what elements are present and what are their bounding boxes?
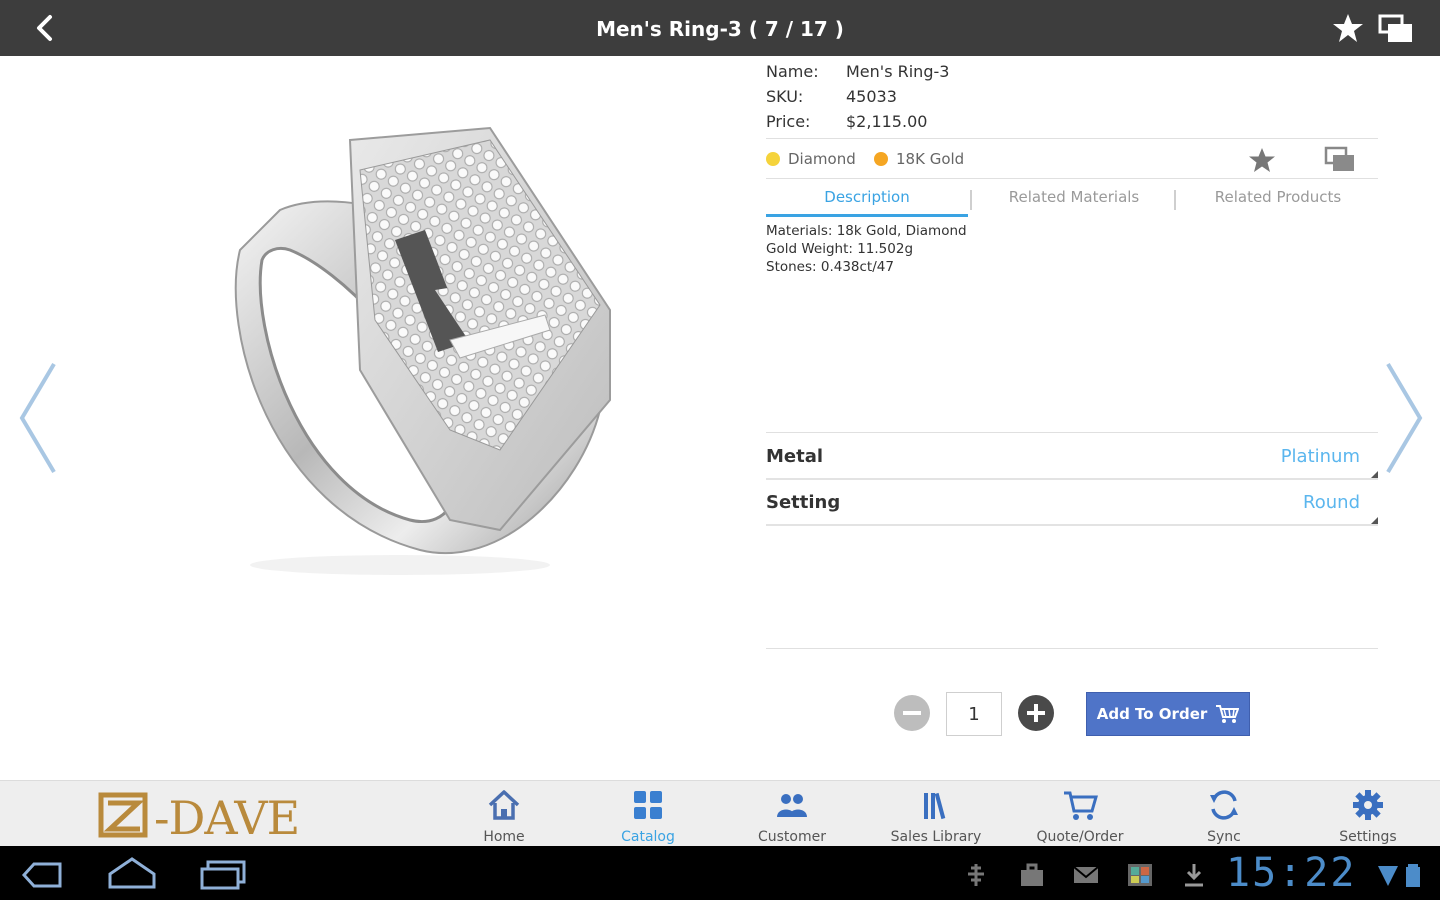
ring-image bbox=[234, 126, 611, 575]
nav-label: Quote/Order bbox=[1036, 829, 1124, 845]
name-label: Name: bbox=[766, 62, 819, 81]
system-back-icon[interactable] bbox=[20, 860, 66, 890]
dropdown-corner-icon bbox=[1371, 471, 1378, 478]
gold-dot-icon bbox=[874, 152, 888, 166]
active-tab-indicator bbox=[766, 214, 968, 217]
add-to-order-label: Add To Order bbox=[1096, 705, 1208, 723]
nav-quote-order[interactable]: Quote/Order bbox=[1020, 785, 1140, 845]
cart-icon bbox=[1216, 705, 1240, 723]
sku-label: SKU: bbox=[766, 87, 804, 106]
nav-customer[interactable]: Customer bbox=[732, 785, 852, 845]
system-recent-apps-icon[interactable] bbox=[198, 860, 248, 890]
dropdown-corner-icon bbox=[1371, 517, 1378, 524]
tab-related-products[interactable]: Related Products bbox=[1178, 188, 1378, 206]
home-icon bbox=[488, 790, 520, 820]
system-home-icon[interactable] bbox=[106, 856, 158, 890]
setting-value[interactable]: Round bbox=[1303, 492, 1360, 513]
bottom-navigation: -DAVE Home Catalog Customer Sales Librar… bbox=[0, 780, 1440, 846]
add-to-order-button[interactable]: Add To Order bbox=[1086, 692, 1250, 736]
nav-home[interactable]: Home bbox=[444, 785, 564, 845]
usb-debug-icon bbox=[968, 864, 984, 886]
name-row: Name: Men's Ring-3 bbox=[766, 62, 1378, 87]
z-logo-icon bbox=[98, 792, 148, 838]
top-bar: Men's Ring-3 ( 7 / 17 ) bbox=[0, 0, 1440, 56]
settings-icon bbox=[1353, 790, 1383, 820]
battery-icon bbox=[1406, 864, 1420, 887]
attribute-diamond: Diamond bbox=[766, 150, 856, 168]
compare-icon[interactable] bbox=[1378, 14, 1414, 44]
divider bbox=[766, 138, 1378, 139]
customer-icon bbox=[777, 794, 807, 817]
favorite-star-icon[interactable] bbox=[1248, 146, 1276, 174]
setting-label: Setting bbox=[766, 492, 841, 513]
star-icon[interactable] bbox=[1332, 12, 1364, 44]
add-to-compare-icon[interactable] bbox=[1324, 146, 1356, 174]
minus-icon bbox=[903, 711, 921, 715]
logo-text: -DAVE bbox=[154, 791, 300, 845]
nav-label: Home bbox=[483, 829, 525, 845]
increase-quantity-button[interactable] bbox=[1018, 695, 1054, 731]
attribute-label: 18K Gold bbox=[896, 150, 965, 168]
system-clock: 15:22 bbox=[1226, 850, 1357, 896]
nav-label: Catalog bbox=[621, 829, 675, 845]
tab-description[interactable]: Description bbox=[766, 188, 968, 206]
briefcase-icon bbox=[1021, 863, 1043, 886]
attribute-label: Diamond bbox=[788, 150, 856, 168]
quantity-input[interactable]: 1 bbox=[946, 692, 1002, 736]
page-title: Men's Ring-3 ( 7 / 17 ) bbox=[596, 17, 844, 41]
library-icon bbox=[924, 792, 946, 820]
price-label: Price: bbox=[766, 112, 811, 131]
nav-catalog[interactable]: Catalog bbox=[588, 785, 708, 845]
attribute-gold: 18K Gold bbox=[874, 150, 964, 168]
email-icon bbox=[1073, 866, 1099, 883]
gallery-icon bbox=[1128, 864, 1152, 886]
tab-separator bbox=[970, 190, 972, 210]
download-icon bbox=[1185, 864, 1203, 887]
catalog-icon bbox=[634, 791, 662, 819]
nav-sales-library[interactable]: Sales Library bbox=[876, 785, 996, 845]
nav-label: Customer bbox=[757, 829, 826, 845]
description-text: Materials: 18k Gold, Diamond Gold Weight… bbox=[766, 222, 967, 276]
metal-option[interactable]: Metal Platinum bbox=[766, 434, 1378, 480]
sku-row: SKU: 45033 bbox=[766, 87, 1378, 112]
price-row: Price: $2,115.00 bbox=[766, 112, 1378, 137]
nav-sync[interactable]: Sync bbox=[1164, 785, 1284, 845]
nav-settings[interactable]: Settings bbox=[1308, 785, 1428, 845]
product-sku: 45033 bbox=[846, 87, 897, 106]
nav-label: Sales Library bbox=[890, 829, 982, 845]
diamond-dot-icon bbox=[766, 152, 780, 166]
tab-separator bbox=[1174, 190, 1176, 210]
decrease-quantity-button[interactable] bbox=[894, 695, 930, 731]
product-name: Men's Ring-3 bbox=[846, 62, 950, 81]
product-info: Name: Men's Ring-3 SKU: 45033 Price: $2,… bbox=[766, 62, 1378, 137]
next-product-arrow-icon[interactable] bbox=[1380, 360, 1428, 476]
cart-icon bbox=[1064, 791, 1098, 820]
divider bbox=[766, 432, 1378, 433]
attribute-row: Diamond 18K Gold bbox=[766, 146, 1378, 174]
previous-product-arrow-icon[interactable] bbox=[14, 360, 62, 476]
setting-option[interactable]: Setting Round bbox=[766, 480, 1378, 526]
materials-line: Materials: 18k Gold, Diamond bbox=[766, 223, 967, 239]
brand-logo: -DAVE bbox=[98, 789, 334, 845]
detail-tabs: Description Related Materials Related Pr… bbox=[766, 182, 1378, 218]
divider bbox=[766, 648, 1378, 649]
product-price: $2,115.00 bbox=[846, 112, 928, 131]
metal-value[interactable]: Platinum bbox=[1281, 446, 1360, 467]
divider bbox=[766, 178, 1378, 179]
tab-related-materials[interactable]: Related Materials bbox=[974, 188, 1174, 206]
nav-label: Settings bbox=[1339, 829, 1397, 845]
metal-label: Metal bbox=[766, 446, 824, 467]
stones-line: Stones: 0.438ct/47 bbox=[766, 259, 894, 275]
nav-label: Sync bbox=[1207, 829, 1241, 845]
wifi-signal-icon bbox=[1378, 866, 1398, 886]
sync-icon bbox=[1210, 790, 1238, 820]
gold-weight-line: Gold Weight: 11.502g bbox=[766, 241, 914, 257]
